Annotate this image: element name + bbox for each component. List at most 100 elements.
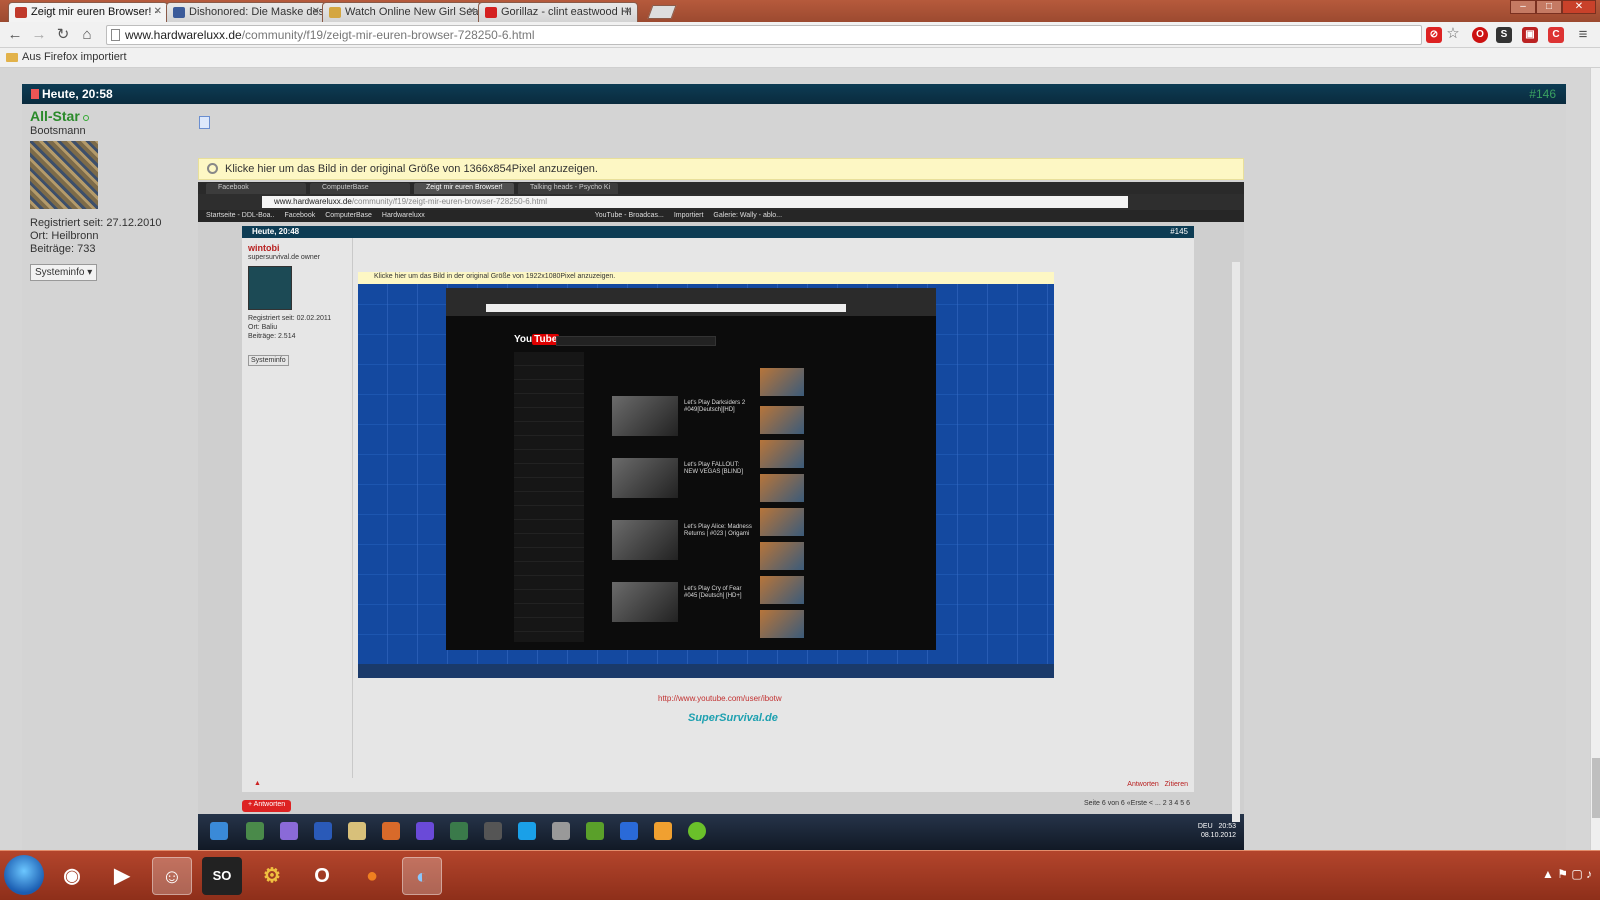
url-domain: www.hardwareluxx.de (125, 28, 242, 42)
bookmark-star-icon[interactable]: ☆ (1444, 25, 1462, 43)
maximize-window-button[interactable]: □ (1536, 0, 1562, 14)
post-time: Heute, 20:58 (42, 87, 113, 101)
tab-title: Gorillaz - clint eastwood HI (501, 6, 632, 18)
youtube-favicon-icon (485, 7, 497, 18)
embedded-screenshot[interactable]: Facebook ComputerBase Zeigt mir euren Br… (198, 182, 1244, 850)
c-extension-icon[interactable]: C (1548, 27, 1564, 43)
forward-arrow-icon[interactable]: → (30, 26, 48, 44)
embedded-youtube-link: http://www.youtube.com/user/ibotw (658, 694, 782, 703)
registered-since: Registriert seit: 27.12.2010 (30, 217, 162, 229)
embedded-user-info: wintobi supersurvival.de owner Registrie… (248, 244, 348, 366)
adblock-icon[interactable]: ⊘ (1426, 27, 1442, 43)
tab-hardwareluxx[interactable]: Zeigt mir euren Browser! - ✕ (8, 2, 168, 22)
embedded-windows-taskbar: DEU 20:53 08.10.2012 (198, 814, 1244, 850)
tab-dishonored[interactable]: Dishonored: Die Maske des ✕ (166, 2, 326, 22)
post-header: Heute, 20:58 #146 (22, 84, 1566, 104)
embedded-divider (352, 238, 353, 778)
embedded-tab: Talking heads - Psycho Ki (518, 183, 618, 194)
video-title: Let's Play FALLOUT: NEW VEGAS [BLIND] (684, 462, 744, 475)
user-details: Registriert seit: 27.12.2010 Ort: Heilbr… (30, 217, 190, 256)
minimize-window-button[interactable]: – (1510, 0, 1536, 14)
close-tab-icon[interactable]: ✕ (312, 6, 320, 17)
close-tab-icon[interactable]: ✕ (624, 6, 632, 17)
page-scrollbar[interactable] (1590, 68, 1600, 850)
bookmark-folder[interactable]: Aus Firefox importiert (22, 51, 127, 63)
reload-icon[interactable]: ↻ (54, 26, 72, 44)
firefox-icon[interactable]: ● (352, 857, 392, 895)
post-number[interactable]: #146 (1529, 87, 1556, 101)
chat-app-icon[interactable]: ☺ (152, 857, 192, 895)
embedded-scrollbar (1232, 262, 1240, 822)
embedded-tab: ComputerBase (310, 183, 410, 194)
address-bar[interactable]: www.hardwareluxx.de/community/f19/zeigt-… (106, 25, 1422, 45)
embedded-clock: DEU 20:53 08.10.2012 (1197, 823, 1236, 839)
media-player-icon[interactable]: ▶ (102, 857, 142, 895)
document-icon (199, 116, 210, 129)
dishonored-favicon-icon (173, 7, 185, 18)
embedded-pagination: Seite 6 von 6 «Erste < ... 2 3 4 5 6 (1083, 800, 1190, 807)
menu-icon[interactable]: ≡ (1574, 26, 1592, 44)
hardwareluxx-favicon-icon (15, 7, 27, 18)
embedded-page: Heute, 20:48 #145 wintobi supersurvival.… (198, 222, 1244, 850)
video-title: Let's Play Cry of Fear #045 [Deutsch] [H… (684, 586, 742, 599)
back-arrow-icon[interactable]: ← (6, 26, 24, 44)
magnifier-icon (207, 163, 218, 174)
embedded-post-header: Heute, 20:48 #145 (242, 226, 1194, 238)
embedded-desktop-taskbar (358, 664, 1054, 678)
home-icon[interactable]: ⌂ (78, 26, 96, 44)
tab-new-girl[interactable]: Watch Online New Girl Sea ✕ (322, 2, 482, 22)
windows-taskbar: ◉ ▶ ☺ SO ⚙ O ● ◐ ▲ ⚑ ▢ ♪ (0, 850, 1600, 900)
close-tab-icon[interactable]: ✕ (154, 6, 162, 17)
embedded-address-bar: www.hardwareluxx.de/community/f19/zeigt-… (262, 196, 1128, 208)
avatar[interactable] (30, 141, 98, 209)
browser-icon[interactable]: ◐ (402, 857, 442, 895)
youtube-logo: You Tube (514, 334, 560, 345)
close-tab-icon[interactable]: ✕ (468, 6, 476, 17)
embedded-avatar (248, 266, 292, 310)
page-icon (111, 29, 120, 41)
tool-app-icon[interactable]: ⚙ (252, 857, 292, 895)
opera-icon[interactable]: O (302, 857, 342, 895)
embedded-bookmarks: Startseite - DDL-Boa.. Facebook ComputerBa… (198, 210, 1244, 222)
opera-extension-icon[interactable]: O (1472, 27, 1488, 43)
online-status-icon (82, 115, 89, 121)
system-tray-icons[interactable]: ▲ ⚑ ▢ ♪ (1542, 867, 1592, 881)
webcam-eye-icon[interactable]: ◉ (52, 857, 92, 895)
embedded-tab-strip: Facebook ComputerBase Zeigt mir euren Br… (198, 182, 1244, 194)
embedded-tab: Zeigt mir euren Browser! (414, 183, 514, 194)
gift-extension-icon[interactable]: ▣ (1522, 27, 1538, 43)
image-notice-text: Klicke hier um das Bild in der original … (225, 163, 598, 175)
embedded-image-notice: Klicke hier um das Bild in der original … (358, 272, 1054, 284)
start-button-icon[interactable] (4, 855, 44, 895)
navigation-bar: ← → ↻ ⌂ www.hardwareluxx.de/community/f1… (0, 22, 1600, 48)
user-location: Ort: Heilbronn (30, 230, 99, 242)
image-size-notice[interactable]: Klicke hier um das Bild in der original … (198, 158, 1244, 180)
systeminfo-button[interactable]: Systeminfo ▾ (30, 264, 98, 281)
user-info: All-Star Bootsmann Registriert seit: 27.… (30, 108, 190, 281)
post-icon (31, 89, 39, 99)
url-path: /community/f19/zeigt-mir-euren-browser-7… (241, 28, 535, 42)
username[interactable]: All-Star (30, 108, 190, 124)
youtube-sidebar (514, 352, 584, 642)
video-title: Let's Play Alice: Madness Returns | #023… (684, 524, 752, 537)
embedded-tab: Facebook (206, 183, 306, 194)
s-extension-icon[interactable]: S (1496, 27, 1512, 43)
post-count: Beiträge: 733 (30, 243, 96, 255)
embedded-username: wintobi (248, 243, 280, 253)
scrollbar-thumb[interactable] (1592, 758, 1600, 818)
user-rank: Bootsmann (30, 125, 86, 137)
tab-title: Zeigt mir euren Browser! - (31, 6, 159, 18)
tab-title: Dishonored: Die Maske des (189, 6, 325, 18)
tab-title: Watch Online New Girl Sea (345, 6, 479, 18)
tab-gorillaz[interactable]: Gorillaz - clint eastwood HI ✕ (478, 2, 638, 22)
bookmarks-bar: Aus Firefox importiert (0, 48, 1600, 68)
embedded-answer-button: + Antworten (242, 800, 292, 812)
youtube-window: You Tube Let's Play Darksiders 2 #049[Deu… (446, 288, 936, 650)
new-tab-button[interactable] (647, 5, 677, 19)
supersurvival-logo: SuperSurvival.de (688, 712, 778, 724)
so-app-icon[interactable]: SO (202, 857, 242, 895)
tab-strip: Zeigt mir euren Browser! - ✕ Dishonored:… (0, 0, 1600, 22)
close-window-button[interactable]: ✕ (1562, 0, 1596, 14)
embedded-post-footer: ▲ Antworten Zitieren (242, 778, 1194, 792)
watch-favicon-icon (329, 7, 341, 18)
